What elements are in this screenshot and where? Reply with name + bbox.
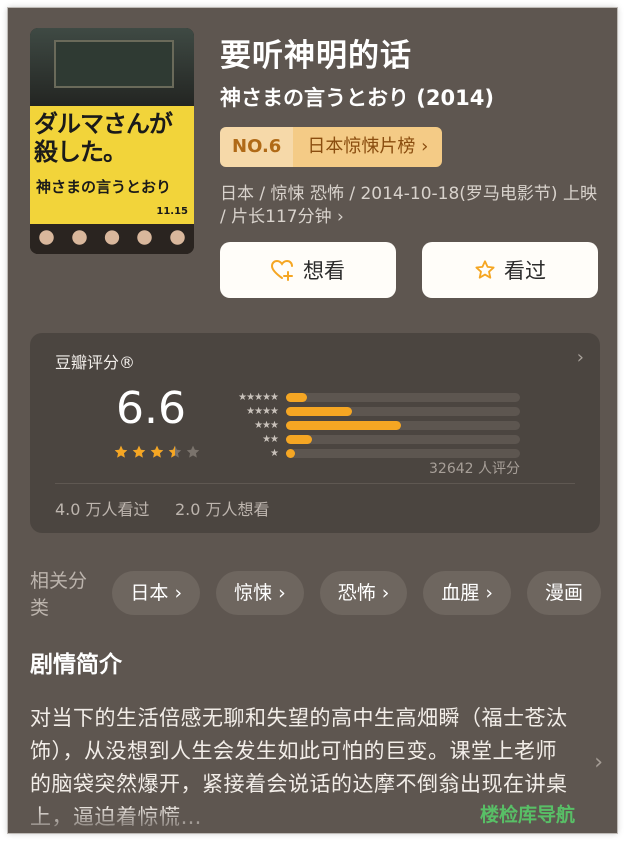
- rank-number: NO.6: [220, 127, 294, 167]
- mini-stars: ★★: [262, 434, 279, 445]
- rating-bar-fill: [286, 393, 308, 402]
- mini-stars: ★★★★★: [238, 392, 279, 403]
- rating-bar-fill: [286, 421, 401, 430]
- rating-label: 豆瓣评分®: [55, 353, 136, 372]
- rank-list-link[interactable]: 日本惊悚片榜 ›: [293, 127, 443, 167]
- douban-rating-card[interactable]: 豆瓣评分® › 6.6 ★★★★★ ★★★★ ★★★ ★★ ★ 32642 人评分 4.…: [30, 333, 600, 533]
- watched-label: 看过: [504, 259, 546, 283]
- rating-distribution: ★★★★★ ★★★★ ★★★ ★★ ★: [218, 391, 520, 461]
- want-count[interactable]: 2.0 万人想看: [175, 496, 270, 520]
- poster-title: 神さまの言うとおり: [36, 178, 172, 196]
- rating-distribution-row: ★★★★★: [218, 391, 520, 404]
- movie-detail-screen: ダルマさんが殺した。 神さまの言うとおり 11.15 要听神明的话 神さまの言う…: [8, 8, 617, 833]
- categories-label: 相关分类: [30, 570, 88, 619]
- cast-face: [128, 224, 162, 254]
- star-icon: [168, 445, 182, 458]
- rating-bar-track: [286, 449, 520, 458]
- star-icon: [186, 445, 200, 458]
- movie-poster[interactable]: ダルマさんが殺した。 神さまの言うとおり 11.15: [30, 28, 194, 254]
- cast-face: [30, 224, 63, 254]
- rating-distribution-row: ★★: [218, 433, 520, 446]
- heart-plus-icon: [271, 259, 295, 281]
- mini-stars: ★★★: [254, 420, 279, 431]
- related-categories: 相关分类 日本 › 惊悚 › 恐怖 › 血腥 › 漫画: [30, 566, 617, 620]
- watched-count[interactable]: 4.0 万人看过: [55, 496, 150, 520]
- rating-score: 6.6: [116, 383, 186, 434]
- want-to-watch-label: 想看: [303, 259, 345, 283]
- poster-blackboard: [54, 40, 174, 88]
- mini-stars: ★★★★: [246, 406, 279, 417]
- chevron-right-icon[interactable]: ›: [594, 750, 603, 775]
- synopsis-heading: 剧情简介: [30, 652, 122, 678]
- want-to-watch-button[interactable]: 想看: [220, 242, 396, 298]
- poster-cast-faces: [30, 224, 194, 254]
- watermark: 楼检库导航: [479, 804, 575, 826]
- rating-bar-track: [286, 407, 520, 416]
- poster-release-date: 11.15: [156, 206, 188, 217]
- movie-original-title: 神さまの言うとおり (2014): [220, 86, 494, 110]
- rating-vote-count: 32642 人评分: [429, 461, 520, 477]
- rating-bar-fill: [286, 407, 352, 416]
- cast-face: [62, 224, 96, 254]
- watched-button[interactable]: 看过: [422, 242, 598, 298]
- movie-title: 要听神明的话: [220, 38, 412, 74]
- cast-face: [161, 224, 194, 254]
- poster-headline: ダルマさんが殺した。: [34, 109, 173, 166]
- star-icon: [114, 445, 128, 458]
- rating-distribution-row: ★★★: [218, 419, 520, 432]
- cast-face: [95, 224, 129, 254]
- category-tag[interactable]: 惊悚 ›: [216, 571, 304, 615]
- category-tag[interactable]: 血腥 ›: [423, 571, 511, 615]
- mini-stars: ★: [270, 448, 279, 459]
- movie-meta-info[interactable]: 日本 / 惊悚 恐怖 / 2014-10-18(罗马电影节) 上映 / 片长11…: [220, 183, 605, 229]
- star-outline-icon: [474, 259, 496, 281]
- rank-badge[interactable]: NO.6 日本惊悚片榜 ›: [220, 127, 443, 167]
- rating-bar-track: [286, 393, 520, 402]
- divider: [55, 483, 575, 484]
- category-tag[interactable]: 漫画: [526, 571, 601, 615]
- rating-distribution-row: ★★★★: [218, 405, 520, 418]
- rating-bar-fill: [286, 435, 312, 444]
- star-icon: [150, 445, 164, 458]
- category-tag[interactable]: 日本 ›: [112, 571, 201, 615]
- rating-stars: [113, 444, 201, 460]
- chevron-right-icon[interactable]: ›: [577, 347, 584, 368]
- category-tag[interactable]: 恐怖 ›: [319, 571, 408, 615]
- rating-bar-track: [286, 421, 520, 430]
- rating-bar-track: [286, 435, 520, 444]
- star-icon: [132, 445, 146, 458]
- rating-bar-fill: [286, 449, 296, 458]
